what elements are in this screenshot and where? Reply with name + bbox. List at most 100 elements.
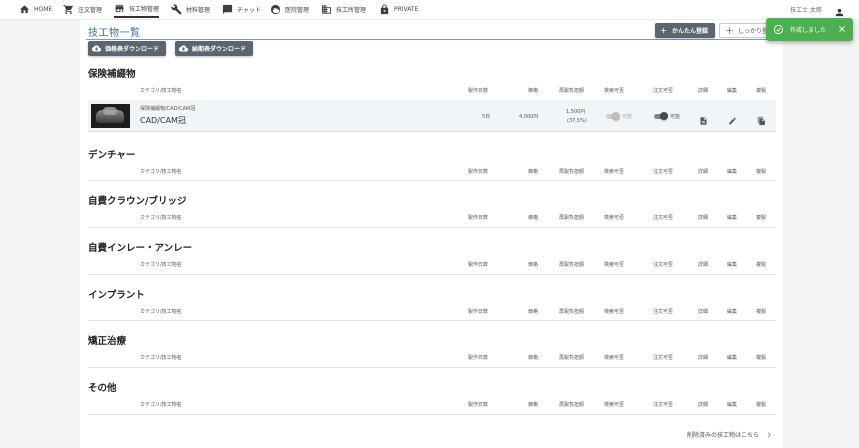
column-copy: 複製 <box>756 309 767 315</box>
column-detail: 詳細 <box>698 309 709 315</box>
column-remake: 再製負担額 <box>559 88 585 94</box>
column-remake: 再製負担額 <box>559 355 585 361</box>
column-edit: 編集 <box>727 262 738 268</box>
nav-item-label: 技工所管理 <box>336 6 367 14</box>
nav-item-clinics[interactable]: 医院管理 <box>270 0 309 18</box>
nav-item-lab[interactable]: 技工所管理 <box>321 0 366 18</box>
column-days: 製作日数 <box>468 262 489 268</box>
column-days: 製作日数 <box>468 215 489 221</box>
column-price: 価格 <box>528 215 539 221</box>
column-name: カテゴリ/技工物名 <box>140 215 182 221</box>
copy-button[interactable] <box>757 111 766 126</box>
section-title: デンチャー <box>88 150 136 161</box>
column-days: 製作日数 <box>468 88 489 94</box>
table-divider <box>88 227 776 228</box>
column-copy: 複製 <box>756 88 767 94</box>
price-list-download-button[interactable]: 価格表ダウンロード <box>88 41 167 56</box>
detail-button[interactable] <box>699 111 708 125</box>
product-price: 4,000円 <box>519 114 539 120</box>
column-edit: 編集 <box>727 88 738 94</box>
deleted-products-link[interactable]: 削除済みの技工物はこちら <box>687 430 773 439</box>
column-price: 価格 <box>528 309 539 315</box>
column-order: 注文可否 <box>653 215 674 221</box>
nav-item-products[interactable]: 技工物管理 <box>114 0 160 18</box>
nav-item-label: 材料管理 <box>186 6 211 14</box>
column-order: 注文可否 <box>653 88 674 94</box>
column-price: 価格 <box>528 88 539 94</box>
column-copy: 複製 <box>756 169 767 175</box>
delivery-list-download-button[interactable]: 納期表ダウンロード <box>175 41 254 56</box>
column-price: 価格 <box>528 402 539 408</box>
nav-item-materials[interactable]: 材料管理 <box>171 0 210 18</box>
success-toast: 作成しました <box>766 18 853 41</box>
column-detail: 詳細 <box>698 169 709 175</box>
building-icon <box>321 4 332 14</box>
column-remake: 再製負担額 <box>559 402 585 408</box>
column-search: 検索可否 <box>604 309 625 315</box>
section-title: インプラント <box>88 290 145 301</box>
check-circle-icon <box>773 24 784 35</box>
nav-item-orders[interactable]: 注文管理 <box>63 0 102 18</box>
column-price: 価格 <box>528 355 539 361</box>
cloud-download-icon <box>179 45 188 52</box>
column-name: カテゴリ/技工物名 <box>140 355 182 361</box>
price-download-label: 価格表ダウンロード <box>105 46 160 53</box>
person-icon <box>835 8 844 17</box>
chat-icon <box>222 4 233 14</box>
column-remake: 再製負担額 <box>559 169 585 175</box>
column-name: カテゴリ/技工物名 <box>140 169 182 175</box>
section-title: その他 <box>88 383 117 394</box>
column-search: 検索可否 <box>604 169 625 175</box>
quick-register-label: かんたん登録 <box>672 28 709 35</box>
table-row[interactable]: 保険補綴物/CAD/CAM冠 CAD/CAM冠 5日 4,000円 1,500円… <box>88 100 776 132</box>
section-title: 自費インレー・アンレー <box>88 243 193 254</box>
column-edit: 編集 <box>727 355 738 361</box>
column-name: カテゴリ/技工物名 <box>140 88 182 94</box>
column-search: 検索可否 <box>604 88 625 94</box>
top-navigation: HOME 注文管理 技工物管理 材料管理 チャット 医院管理 技工所管理 PRI… <box>0 0 859 20</box>
column-days: 製作日数 <box>468 355 489 361</box>
column-detail: 詳細 <box>698 215 709 221</box>
column-detail: 詳細 <box>698 402 709 408</box>
order-toggle[interactable] <box>654 112 668 120</box>
section-title: 矯正治療 <box>88 336 127 347</box>
product-remake-amount: 1,500円 <box>566 109 586 115</box>
column-name: カテゴリ/技工物名 <box>140 262 182 268</box>
column-name: カテゴリ/技工物名 <box>140 309 182 315</box>
chevron-right-icon <box>767 431 771 438</box>
column-detail: 詳細 <box>698 355 709 361</box>
title-divider <box>86 39 776 40</box>
edit-button[interactable] <box>728 111 737 125</box>
home-icon <box>19 4 30 13</box>
nav-item-label: HOME <box>34 5 53 13</box>
column-edit: 編集 <box>727 215 738 221</box>
nav-item-chat[interactable]: チャット <box>222 0 261 18</box>
column-search: 検索可否 <box>604 262 625 268</box>
search-toggle[interactable] <box>606 112 620 120</box>
column-remake: 再製負担額 <box>559 262 585 268</box>
section-title: 自費クラウン/ブリッジ <box>88 196 187 207</box>
nav-item-home[interactable]: HOME <box>19 0 52 18</box>
column-remake: 再製負担額 <box>559 309 585 315</box>
column-order: 注文可否 <box>653 169 674 175</box>
column-order: 注文可否 <box>653 262 674 268</box>
column-price: 価格 <box>528 169 539 175</box>
section-title: 保険補綴物 <box>88 69 136 80</box>
nav-item-label: 医院管理 <box>285 6 310 14</box>
table-divider <box>88 367 776 368</box>
nav-item-private[interactable]: PRIVATE <box>379 0 418 18</box>
wrench-icon <box>171 4 182 15</box>
column-days: 製作日数 <box>468 402 489 408</box>
user-name: 技工士 太郎 <box>790 6 822 14</box>
table-divider <box>88 180 776 181</box>
nav-item-label: PRIVATE <box>394 5 419 13</box>
product-thumbnail <box>91 104 130 128</box>
copy-icon <box>757 116 765 126</box>
close-icon[interactable] <box>837 24 847 34</box>
table-divider <box>88 320 776 321</box>
plus-icon: ＋ <box>725 27 735 37</box>
column-copy: 複製 <box>756 355 767 361</box>
column-days: 製作日数 <box>468 169 489 175</box>
user-menu-button[interactable] <box>834 3 845 17</box>
quick-register-button[interactable]: かんたん登録 <box>655 23 716 38</box>
